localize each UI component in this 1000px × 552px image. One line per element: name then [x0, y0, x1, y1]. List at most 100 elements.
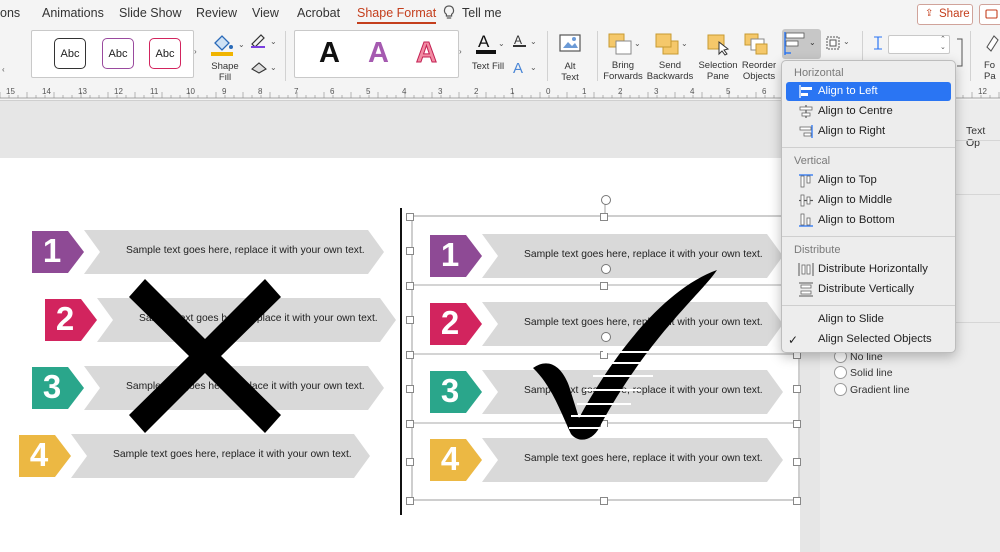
paint-bucket-icon[interactable]: [209, 31, 237, 62]
align-bottom-icon: [798, 213, 814, 228]
svg-text:⌄: ⌄: [809, 38, 816, 47]
tab-transitions[interactable]: ons: [0, 6, 20, 20]
share-button[interactable]: ⇪ Share: [917, 4, 973, 25]
resize-handle[interactable]: [406, 351, 414, 359]
shape-effects-icon[interactable]: [249, 60, 269, 79]
ruler-number: 3: [654, 87, 659, 96]
text-options-tab[interactable]: Text Op: [960, 122, 1000, 149]
align-to-centre-item[interactable]: Align to Centre: [786, 102, 951, 121]
shape-styles-gallery[interactable]: Abc Abc Abc: [31, 30, 194, 78]
text-effects-dropdown-icon[interactable]: ⌄: [530, 63, 537, 72]
wordart-style-3[interactable]: A: [416, 37, 438, 70]
tab-acrobat[interactable]: Acrobat: [297, 6, 340, 20]
align-selected-objects-item[interactable]: ✓ Align Selected Objects: [786, 330, 951, 349]
resize-handle[interactable]: [600, 497, 608, 505]
distribute-vertically-item[interactable]: Distribute Vertically: [786, 280, 951, 299]
solid-line-label: Solid line: [850, 367, 893, 379]
wordart-styles-gallery[interactable]: A A A: [294, 30, 459, 78]
resize-handle[interactable]: [406, 497, 414, 505]
resize-handle[interactable]: [406, 282, 414, 290]
text-fill-icon[interactable]: A: [474, 30, 498, 61]
ruler-number: 5: [726, 87, 731, 96]
wordart-style-1[interactable]: A: [319, 37, 340, 70]
shape-fill-dropdown-icon[interactable]: ⌄: [238, 40, 245, 49]
text-outline-dropdown-icon[interactable]: ⌄: [530, 37, 537, 46]
align-to-left-item[interactable]: Align to Left: [786, 82, 951, 101]
shape-style-3[interactable]: Abc: [149, 38, 181, 69]
align-to-top-item[interactable]: Align to Top: [786, 171, 951, 190]
format-pane-icon[interactable]: [984, 32, 1000, 61]
send-backwards-icon[interactable]: [654, 32, 680, 61]
solid-line-radio[interactable]: [834, 366, 847, 379]
align-to-bottom-item[interactable]: Align to Bottom: [786, 211, 951, 230]
gallery-more-icon[interactable]: ›: [194, 47, 197, 56]
checkmark-icon: ✓: [788, 333, 799, 347]
reorder-objects-icon[interactable]: [743, 32, 769, 61]
resize-handle[interactable]: [406, 458, 414, 466]
resize-handle[interactable]: [793, 458, 801, 466]
resize-handle[interactable]: [793, 385, 801, 393]
align-right-icon: [798, 124, 814, 139]
align-button[interactable]: ⌄: [782, 29, 821, 59]
selection-pane-icon[interactable]: [705, 32, 731, 61]
shape-style-2[interactable]: Abc: [102, 38, 134, 69]
resize-handle[interactable]: [793, 497, 801, 505]
ribbon-scroll-left-icon[interactable]: ‹: [2, 65, 5, 74]
gradient-line-radio[interactable]: [834, 383, 847, 396]
height-stepper-down-icon[interactable]: ⌄: [940, 43, 946, 51]
text-effects-icon[interactable]: A: [511, 58, 529, 81]
resize-handle[interactable]: [406, 385, 414, 393]
tell-me-search[interactable]: Tell me: [462, 6, 502, 20]
distribute-section-header: Distribute: [794, 244, 841, 256]
bring-forwards-icon[interactable]: [607, 32, 633, 61]
shape-outline-dropdown-icon[interactable]: ⌄: [270, 37, 277, 46]
tab-slide-show[interactable]: Slide Show: [119, 6, 182, 20]
alt-text-icon[interactable]: [558, 32, 582, 61]
comments-button[interactable]: [979, 4, 1000, 25]
row-number: 2: [55, 300, 75, 337]
wordart-style-2[interactable]: A: [368, 37, 389, 70]
left-list-row-1[interactable]: 1 Sample text goes here, replace it with …: [32, 230, 384, 274]
bring-forwards-dropdown-icon[interactable]: ⌄: [634, 39, 641, 48]
ruler-number: 8: [258, 87, 263, 96]
resize-handle[interactable]: [406, 213, 414, 221]
send-backwards-dropdown-icon[interactable]: ⌄: [681, 39, 688, 48]
tab-view[interactable]: View: [252, 6, 279, 20]
left-list-row-4[interactable]: 4 Sample text goes here, replace it with …: [19, 434, 370, 478]
shape-outline-icon[interactable]: [249, 32, 269, 53]
resize-handle[interactable]: [793, 420, 801, 428]
resize-handle[interactable]: [406, 247, 414, 255]
resize-handle[interactable]: [406, 420, 414, 428]
group-objects-icon[interactable]: [825, 35, 841, 56]
aspect-lock-icon[interactable]: [955, 38, 965, 73]
tab-animations[interactable]: Animations: [42, 6, 104, 20]
align-to-centre-label: Align to Centre: [818, 105, 893, 117]
align-to-middle-item[interactable]: Align to Middle: [786, 191, 951, 210]
ruler-number: 6: [762, 87, 767, 96]
row-number: 3: [42, 368, 62, 405]
group-dropdown-icon[interactable]: ⌄: [843, 37, 850, 46]
tab-review[interactable]: Review: [196, 6, 237, 20]
ruler-number: 5: [366, 87, 371, 96]
alt-text-label: Alt Text: [561, 61, 579, 83]
align-to-slide-item[interactable]: Align to Slide: [786, 310, 951, 329]
check-mark-icon: [533, 270, 717, 440]
vertical-section-header: Vertical: [794, 155, 831, 167]
shape-height-icon: [870, 35, 886, 56]
resize-handle[interactable]: [600, 213, 608, 221]
rotate-handle[interactable]: [601, 195, 611, 205]
resize-handle[interactable]: [406, 316, 414, 324]
ruler-number: 14: [42, 87, 51, 96]
wordart-more-icon[interactable]: ›: [459, 47, 462, 56]
shape-effects-dropdown-icon[interactable]: ⌄: [270, 63, 277, 72]
align-dropdown-menu: Horizontal Align to Left Align to Centre…: [781, 60, 956, 353]
text-fill-dropdown-icon[interactable]: ⌄: [498, 39, 505, 48]
ruler-number: 1: [510, 87, 515, 96]
text-outline-icon[interactable]: A: [511, 32, 529, 53]
height-stepper-icon[interactable]: ⌃: [940, 35, 946, 43]
tab-shape-format[interactable]: Shape Format: [357, 6, 437, 24]
shape-style-1[interactable]: Abc: [54, 38, 86, 69]
distribute-horizontally-item[interactable]: Distribute Horizontally: [786, 260, 951, 279]
align-to-right-item[interactable]: Align to Right: [786, 122, 951, 141]
row-number: 4: [29, 436, 49, 473]
